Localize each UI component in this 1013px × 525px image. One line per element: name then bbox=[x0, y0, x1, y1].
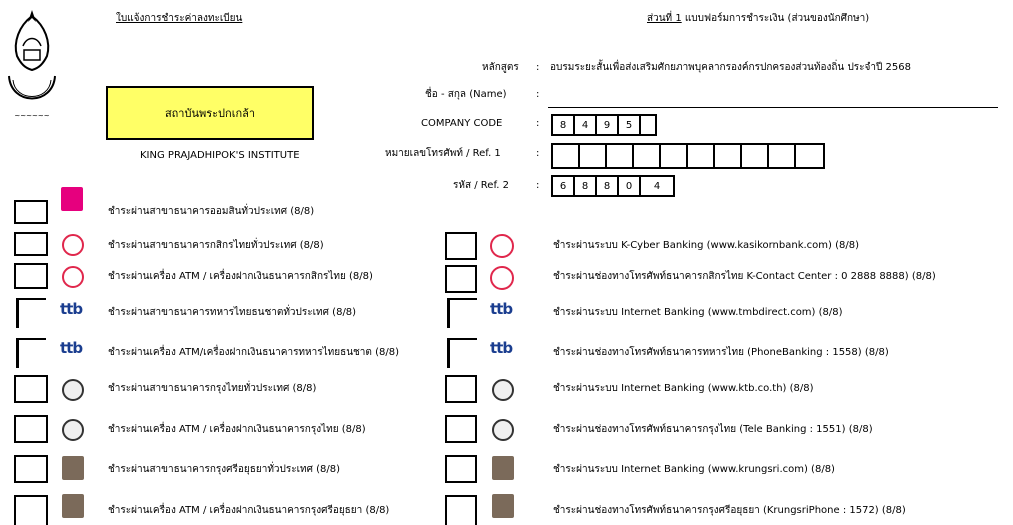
payment-checkbox[interactable] bbox=[445, 495, 477, 525]
course-label: หลักสูตร bbox=[482, 62, 519, 73]
ref2-digit: 8 bbox=[575, 177, 597, 195]
company-code-digit: 8 bbox=[553, 116, 575, 134]
ref2-digit: 4 bbox=[653, 180, 661, 192]
ttb-logo-icon: ttb bbox=[490, 339, 513, 357]
payment-option-label: ชำระผ่านเครื่อง ATM / เครื่องฝากเงินธนาค… bbox=[108, 424, 366, 435]
payment-checkbox[interactable] bbox=[14, 455, 48, 483]
left-title: ใบแจ้งการชำระค่าลงทะเบียน bbox=[116, 13, 243, 24]
payment-checkbox[interactable] bbox=[445, 232, 477, 260]
ttb-logo-icon: ttb bbox=[490, 300, 513, 318]
payment-option-label: ชำระผ่านระบบ Internet Banking (www.tmbdi… bbox=[553, 307, 843, 318]
payment-checkbox[interactable] bbox=[16, 298, 46, 328]
kbank-logo-icon bbox=[490, 266, 514, 290]
payment-checkbox[interactable] bbox=[445, 375, 477, 403]
krungsri-logo-icon bbox=[492, 456, 514, 480]
ref1-cell[interactable] bbox=[715, 145, 742, 167]
payment-option-label: ชำระผ่านช่องทางโทรศัพท์ธนาคารกรุงศรีอยุธ… bbox=[553, 505, 906, 516]
course-colon: : bbox=[536, 62, 540, 73]
payment-checkbox[interactable] bbox=[445, 415, 477, 443]
payment-checkbox[interactable] bbox=[447, 338, 477, 368]
ref2-digit: 6 bbox=[553, 177, 575, 195]
company-code-colon: : bbox=[536, 118, 540, 129]
payment-option-label: ชำระผ่านระบบ K-Cyber Banking (www.kasiko… bbox=[553, 240, 860, 251]
right-title: ส่วนที่ 1 แบบฟอร์มการชำระเงิน (ส่วนของนั… bbox=[647, 13, 869, 25]
payment-option-label: ชำระผ่านเครื่อง ATM / เครื่องฝากเงินธนาค… bbox=[108, 271, 373, 282]
payment-option-label: ชำระผ่านระบบ Internet Banking (www.krung… bbox=[553, 464, 835, 475]
ttb-logo-icon: ttb bbox=[60, 339, 83, 357]
ref1-cell[interactable] bbox=[553, 145, 580, 167]
name-label: ชื่อ - สกุล (Name) bbox=[425, 89, 507, 100]
payment-option-label: ชำระผ่านช่องทางโทรศัพท์ธนาคารทหารไทย (Ph… bbox=[553, 347, 889, 358]
payment-checkbox[interactable] bbox=[14, 415, 48, 443]
ref1-cell[interactable] bbox=[607, 145, 634, 167]
right-title-part: ส่วนที่ 1 bbox=[647, 13, 682, 24]
gsb-logo-icon bbox=[61, 187, 83, 211]
course-value: อบรมระยะสั้นเพื่อส่งเสริมศักยภาพบุคลากรอ… bbox=[550, 62, 911, 73]
ktb-logo-icon bbox=[62, 379, 84, 401]
ref1-cell[interactable] bbox=[634, 145, 661, 167]
ref1-cell[interactable] bbox=[661, 145, 688, 167]
krungsri-logo-icon bbox=[62, 456, 84, 480]
company-code-digit: 9 bbox=[597, 116, 619, 134]
kbank-logo-icon bbox=[62, 234, 84, 256]
company-code-label: COMPANY CODE bbox=[421, 118, 503, 129]
payment-checkbox[interactable] bbox=[445, 455, 477, 483]
payment-option-label: ชำระผ่านสาขาธนาคารกรุงศรีอยุธยาทั่วประเท… bbox=[108, 464, 341, 475]
kbank-logo-icon bbox=[490, 234, 514, 258]
ref2-digit: 0 bbox=[619, 177, 641, 195]
ref1-label: หมายเลขโทรศัพท์ / Ref. 1 bbox=[385, 148, 501, 159]
institute-name-box: สถาบันพระปกเกล้า bbox=[106, 86, 314, 140]
payment-option-label: ชำระผ่านระบบ Internet Banking (www.ktb.c… bbox=[553, 383, 814, 394]
payment-checkbox[interactable] bbox=[445, 265, 477, 293]
ttb-logo-icon: ttb bbox=[60, 300, 83, 318]
kbank-logo-icon bbox=[62, 266, 84, 288]
payment-option-label: ชำระผ่านช่องทางโทรศัพท์ธนาคารกสิกรไทย K-… bbox=[553, 271, 936, 282]
payment-option-label: ชำระผ่านช่องทางโทรศัพท์ธนาคารกรุงไทย (Te… bbox=[553, 424, 873, 435]
company-code-box: 8 4 9 5 bbox=[551, 114, 657, 136]
payment-option-label: ชำระผ่านสาขาธนาคารกสิกรไทยทั่วประเทศ (8/… bbox=[108, 240, 324, 251]
ref1-cell[interactable] bbox=[580, 145, 607, 167]
ref1-cell[interactable] bbox=[769, 145, 796, 167]
ref2-digit: 8 bbox=[597, 177, 619, 195]
company-code-digit: 5 bbox=[619, 116, 641, 134]
institute-name-en: KING PRAJADHIPOK'S INSTITUTE bbox=[140, 150, 300, 161]
payment-checkbox[interactable] bbox=[14, 495, 48, 525]
ref1-cell[interactable] bbox=[742, 145, 769, 167]
ref2-box: 6 8 8 0 4 bbox=[551, 175, 675, 197]
payment-checkbox[interactable] bbox=[16, 338, 46, 368]
payment-option-label: ชำระผ่านเครื่อง ATM/เครื่องฝากเงินธนาคาร… bbox=[108, 347, 399, 358]
ref2-label: รหัส / Ref. 2 bbox=[453, 180, 509, 191]
payment-option-label: ชำระผ่านเครื่อง ATM / เครื่องฝากเงินธนาค… bbox=[108, 505, 390, 516]
company-code-digit: 4 bbox=[575, 116, 597, 134]
ktb-logo-icon bbox=[62, 419, 84, 441]
institute-name-th: สถาบันพระปกเกล้า bbox=[164, 107, 256, 120]
krungsri-logo-icon bbox=[62, 494, 84, 518]
payment-checkbox[interactable] bbox=[14, 263, 48, 289]
payment-option-label: ชำระผ่านสาขาธนาคารทหารไทยธนชาตทั่วประเทศ… bbox=[108, 307, 357, 318]
institute-seal-icon: ~~~~~~ bbox=[3, 6, 61, 126]
company-code-digit bbox=[641, 116, 655, 134]
krungsri-logo-icon bbox=[492, 494, 514, 518]
ref1-cell[interactable] bbox=[796, 145, 823, 167]
payment-checkbox[interactable] bbox=[14, 375, 48, 403]
name-colon: : bbox=[536, 89, 540, 100]
payment-option-label: ชำระผ่านสาขาธนาคารออมสินทั่วประเทศ (8/8) bbox=[108, 206, 315, 217]
ref1-colon: : bbox=[536, 148, 540, 159]
payment-checkbox[interactable] bbox=[447, 298, 477, 328]
name-field-line[interactable] bbox=[548, 107, 998, 108]
right-title-rest: แบบฟอร์มการชำระเงิน (ส่วนของนักศึกษา) bbox=[681, 13, 870, 24]
ref2-colon: : bbox=[536, 180, 540, 191]
ktb-logo-icon bbox=[492, 379, 514, 401]
payment-checkbox[interactable] bbox=[14, 200, 48, 224]
ref1-box[interactable] bbox=[551, 143, 825, 169]
ktb-logo-icon bbox=[492, 419, 514, 441]
svg-text:~~~~~~: ~~~~~~ bbox=[14, 112, 49, 120]
ref1-cell[interactable] bbox=[688, 145, 715, 167]
payment-option-label: ชำระผ่านสาขาธนาคารกรุงไทยทั่วประเทศ (8/8… bbox=[108, 383, 317, 394]
payment-checkbox[interactable] bbox=[14, 232, 48, 256]
